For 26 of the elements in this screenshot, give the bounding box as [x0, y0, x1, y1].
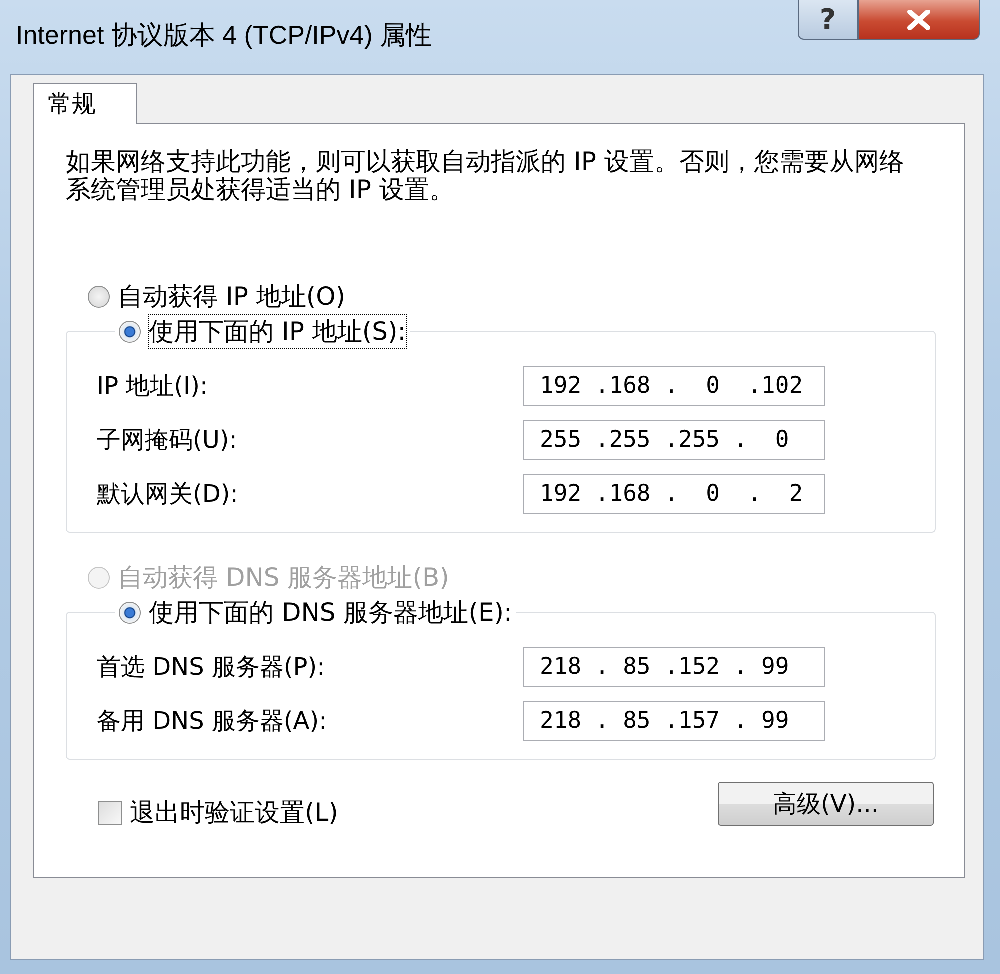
field-label: 备用 DNS 服务器(A): — [97, 706, 328, 737]
checkbox-label: 退出时验证设置(L) — [130, 797, 338, 829]
ip-address-field[interactable]: 218 . 85 .157 . 99 — [523, 701, 825, 741]
radio-button[interactable] — [119, 320, 141, 342]
description-text: 如果网络支持此功能，则可以获取自动指派的 IP 设置。否则，您需要从网络系统管理员处获得适当的 IP 设置。 — [66, 148, 906, 204]
close-button[interactable] — [858, 0, 980, 40]
field-label: 默认网关(D): — [97, 479, 238, 510]
radio-label: 使用下面的 IP 地址(S): — [149, 315, 406, 348]
ip-address-field[interactable]: 218 . 85 .152 . 99 — [523, 647, 825, 687]
field-label: 首选 DNS 服务器(P): — [97, 652, 326, 683]
ip-address-field[interactable]: 255 .255 .255 . 0 — [523, 420, 825, 460]
help-button[interactable]: ? — [798, 0, 858, 40]
field-label: IP 地址(I): — [97, 371, 208, 402]
radio-button[interactable] — [88, 286, 110, 308]
radio-label: 自动获得 DNS 服务器地址(B) — [118, 562, 450, 594]
radio-label: 自动获得 IP 地址(O) — [118, 281, 346, 313]
window-title: Internet 协议版本 4 (TCP/IPv4) 属性 — [16, 19, 432, 52]
ip-address-field[interactable]: 192 .168 . 0 . 2 — [523, 474, 825, 514]
advanced-button[interactable]: 高级(V)... — [718, 782, 934, 826]
field-label: 子网掩码(U): — [97, 425, 238, 456]
ip-address-field[interactable]: 192 .168 . 0 .102 — [523, 366, 825, 406]
radio-label: 使用下面的 DNS 服务器地址(E): — [149, 597, 512, 629]
radio-button[interactable] — [119, 602, 141, 624]
checkbox[interactable] — [98, 800, 122, 824]
tab[interactable]: 常规 — [33, 83, 137, 124]
close-icon — [906, 10, 932, 30]
